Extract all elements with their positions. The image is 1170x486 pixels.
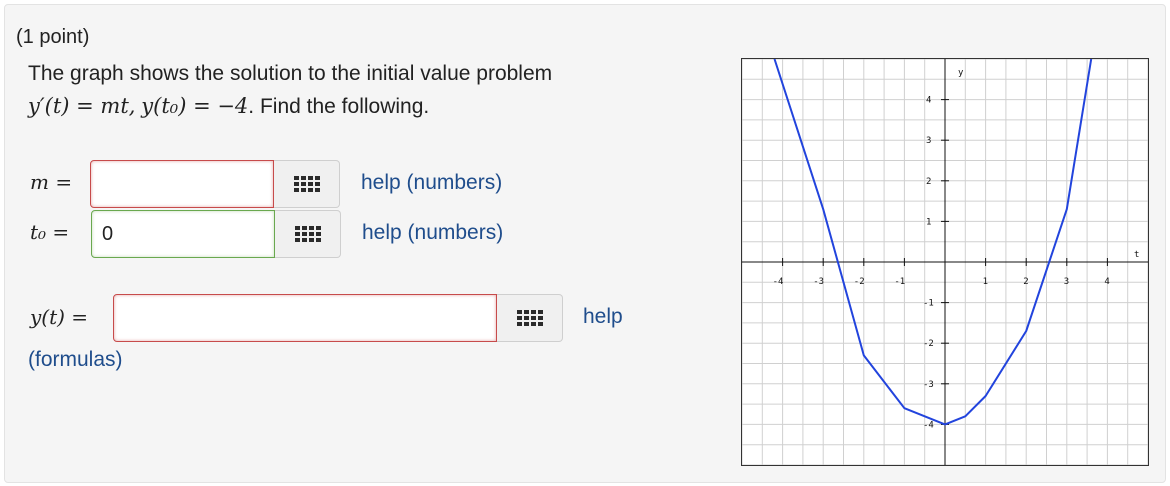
t0-label: t₀ =: [30, 220, 70, 244]
t0-answer-input[interactable]: 0: [91, 210, 275, 258]
y-tick-label: 2: [926, 177, 931, 187]
x-tick-label: -1: [894, 277, 905, 287]
x-tick-label: 4: [1104, 277, 1109, 287]
y-equation-editor-button[interactable]: [497, 294, 563, 342]
y-tick-label: -3: [923, 380, 934, 390]
point-value: (1 point): [16, 26, 90, 48]
problem-intro: The graph shows the solution to the init…: [28, 62, 553, 85]
m-equation-editor-button[interactable]: [274, 160, 340, 208]
y-help-link[interactable]: help: [583, 305, 623, 329]
y-tick-label: 1: [926, 217, 931, 227]
y-tick-label: -1: [923, 299, 934, 309]
m-answer-input[interactable]: [90, 160, 274, 208]
x-tick-label: 1: [983, 277, 988, 287]
solution-graph: -4 -3 -2 -1 1 2 3 4 4 3 2 1 -1 -2 -3 -4 t y: [741, 58, 1149, 466]
y-tick-label: -2: [923, 339, 934, 349]
x-tick-label: -3: [813, 277, 824, 287]
m-label: m =: [30, 170, 73, 194]
keypad-grid-icon: [516, 310, 543, 326]
y-label: y(t) =: [30, 305, 89, 329]
x-tick-label: -2: [854, 277, 865, 287]
problem-equation: y′(t) = mt, y(t₀) = −4. Find the followi…: [28, 94, 429, 119]
t0-help-link[interactable]: help (numbers): [362, 221, 503, 245]
equation-tail: . Find the following.: [248, 95, 430, 118]
keypad-grid-icon: [293, 176, 320, 192]
x-tick-label: -4: [773, 277, 784, 287]
y-answer-input[interactable]: [113, 294, 497, 342]
graph-svg: -4 -3 -2 -1 1 2 3 4 4 3 2 1 -1 -2 -3 -4 t y: [741, 58, 1149, 466]
m-help-link[interactable]: help (numbers): [361, 171, 502, 195]
x-axis-label: t: [1134, 250, 1139, 260]
keypad-grid-icon: [294, 226, 321, 242]
y-help-formulas-link[interactable]: (formulas): [28, 348, 123, 372]
equation-lhs: y′(t) = mt,: [28, 94, 136, 118]
y-axis-label: y: [958, 68, 964, 78]
y-tick-label: -4: [923, 420, 934, 430]
initial-condition: y(t₀) = −4: [141, 94, 249, 118]
y-tick-label: 4: [926, 96, 931, 106]
x-tick-label: 3: [1064, 277, 1069, 287]
t0-equation-editor-button[interactable]: [275, 210, 341, 258]
y-tick-label: 3: [926, 136, 931, 146]
x-tick-label: 2: [1023, 277, 1028, 287]
